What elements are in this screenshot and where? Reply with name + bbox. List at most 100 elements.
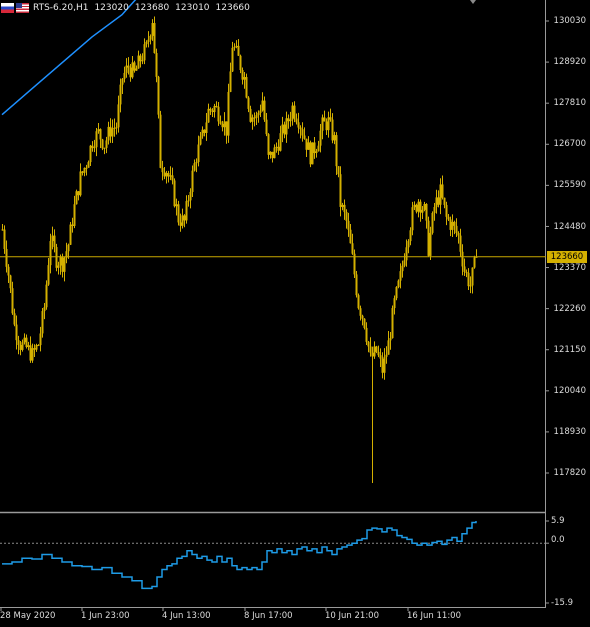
candle-body: [105, 140, 108, 148]
candle-body: [225, 121, 228, 136]
candle-body: [183, 215, 186, 221]
candle-body: [365, 327, 368, 342]
candle-body: [435, 197, 438, 208]
chart-window[interactable]: RTS-6.20,H1 123020 123680 123010 123660 …: [0, 0, 590, 623]
moving-average-line: [1, 0, 137, 116]
candle-body: [85, 167, 88, 169]
candle-body: [191, 170, 194, 192]
candle-body: [29, 345, 32, 361]
candle-body: [79, 171, 82, 196]
candle-body: [363, 318, 366, 328]
candle-body: [335, 135, 338, 167]
time-tick: 28 May 2020: [0, 611, 56, 621]
russia-flag-icon: [1, 3, 14, 13]
price-tick: 117820: [553, 468, 586, 478]
candle-body: [445, 204, 448, 217]
candle-body: [235, 45, 238, 47]
candle-body: [267, 134, 270, 155]
chart-canvas[interactable]: [0, 0, 590, 623]
candle-body: [307, 142, 310, 150]
candle-body: [181, 215, 184, 226]
candle-body: [213, 105, 216, 113]
candle-body: [117, 104, 120, 128]
candle-body: [351, 243, 354, 254]
candle-body: [401, 265, 404, 272]
candle-body: [21, 342, 24, 350]
candle-body: [463, 266, 466, 272]
candle-body: [219, 121, 222, 124]
candle-body: [13, 313, 16, 325]
candle-body: [17, 340, 20, 346]
candle-body: [137, 55, 140, 69]
candle-body: [377, 351, 380, 356]
candle-body: [313, 142, 316, 154]
candle-body: [131, 62, 134, 78]
candle-body: [179, 222, 182, 226]
candle-body: [333, 135, 336, 141]
candle-body: [157, 76, 160, 115]
candle-body: [7, 266, 10, 276]
candle-body: [41, 311, 44, 334]
candle-body: [231, 47, 234, 72]
candle-body: [443, 197, 446, 205]
candle-body: [425, 203, 428, 221]
candle-body: [375, 346, 378, 352]
candle-body: [205, 122, 208, 133]
candle-body: [241, 70, 244, 80]
candle-body: [281, 124, 284, 134]
candle-body: [75, 191, 78, 205]
candle-body: [273, 147, 276, 159]
candle-body: [345, 212, 348, 221]
candle-body: [255, 115, 258, 118]
candle-body: [165, 173, 168, 177]
candle-body: [409, 230, 412, 242]
time-tick: 1 Jun 23:00: [81, 611, 130, 621]
candle-body: [315, 151, 318, 154]
candle-body: [357, 295, 360, 309]
candle-body: [119, 84, 122, 105]
candle-body: [391, 308, 394, 339]
candle-body: [59, 257, 62, 266]
candle-body: [101, 139, 104, 149]
candle-body: [69, 224, 72, 245]
candle-body: [387, 340, 390, 355]
candle-body: [339, 174, 342, 207]
candle-body: [49, 241, 52, 266]
candle-body: [193, 163, 196, 171]
candle-body: [217, 106, 220, 122]
candle-body: [129, 67, 132, 78]
indicator-line: [2, 521, 477, 590]
price-tick: 121150: [553, 345, 586, 355]
candle-body: [311, 142, 314, 165]
candle-body: [429, 232, 432, 256]
candle-body: [121, 78, 124, 85]
candle-body: [71, 224, 74, 226]
candle-body: [155, 53, 158, 77]
candle-body: [107, 126, 110, 141]
candle-body: [33, 348, 36, 350]
candle-body: [89, 145, 92, 163]
candle-body: [301, 129, 304, 136]
time-tick: 10 Jun 21:00: [325, 611, 379, 621]
candle-body: [329, 117, 332, 120]
candle-body: [249, 108, 252, 122]
candles: [1, 16, 478, 483]
time-tick: 8 Jun 17:00: [244, 611, 293, 621]
candle-body: [177, 204, 180, 223]
candle-body: [381, 358, 384, 373]
candle-body: [371, 352, 374, 357]
candle-body: [15, 324, 18, 341]
chart-header: RTS-6.20,H1 123020 123680 123010 123660: [0, 0, 250, 16]
candle-body: [47, 265, 50, 285]
candle-body: [55, 247, 58, 268]
candle-body: [337, 166, 340, 175]
candle-body: [403, 260, 406, 266]
candle-body: [253, 117, 256, 119]
candle-body: [395, 287, 398, 299]
ohlc-close: 123660: [215, 3, 250, 13]
candle-body: [459, 235, 462, 252]
candle-body: [73, 204, 76, 226]
candle-body: [57, 265, 60, 268]
candle-body: [449, 219, 452, 230]
candle-body: [265, 119, 268, 135]
